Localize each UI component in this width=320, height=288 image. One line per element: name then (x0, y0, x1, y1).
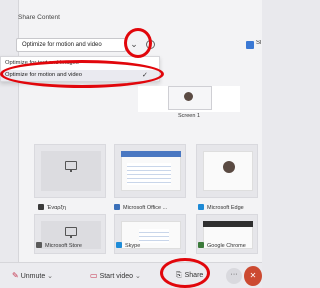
skype-icon (116, 242, 122, 248)
office-icon (114, 204, 120, 210)
annotation-circle-share (160, 258, 210, 288)
include-sound-checkbox[interactable] (246, 41, 254, 49)
window-label-office: Microsoft Office ... (114, 204, 167, 211)
leave-call-button[interactable]: ✕ (244, 266, 262, 286)
more-options-button[interactable]: ··· (226, 268, 242, 284)
optimize-dropdown[interactable]: Optimize for motion and video (16, 38, 126, 52)
screen-1-label: Screen 1 (177, 113, 200, 119)
camera-off-icon: ▭ (90, 271, 98, 280)
window-label-chrome: Google Chrome (198, 242, 246, 249)
screen-1-tile[interactable] (138, 86, 240, 112)
chrome-icon (198, 242, 204, 248)
chevron-down-icon: ⌄ (134, 273, 141, 280)
start-app-icon (38, 204, 44, 210)
annotation-circle-dropdown (124, 28, 152, 58)
include-sound-label: Sl (256, 40, 262, 46)
microphone-off-icon: ✎ (12, 271, 19, 280)
store-icon (36, 242, 42, 248)
annotation-ellipse-menu (0, 60, 164, 88)
chevron-down-icon: ⌄ (47, 273, 54, 280)
edge-icon (198, 204, 204, 210)
monitor-icon (65, 161, 77, 172)
window-tile-edge[interactable] (196, 144, 258, 198)
unmute-button[interactable]: ✎ Unmute ⌄ (12, 270, 53, 283)
start-video-button[interactable]: ▭ Start video ⌄ (90, 270, 141, 283)
monitor-icon (65, 227, 77, 238)
window-label-edge: Microsoft Edge (198, 204, 244, 211)
window-label-skype: Skype (116, 242, 140, 249)
window-label-start: Έναρξη (38, 204, 66, 211)
window-tile-office[interactable] (114, 144, 186, 198)
panel-title: Share Content (18, 14, 60, 21)
window-label-store: Microsoft Store (36, 242, 82, 249)
window-tile-start[interactable] (34, 144, 106, 198)
